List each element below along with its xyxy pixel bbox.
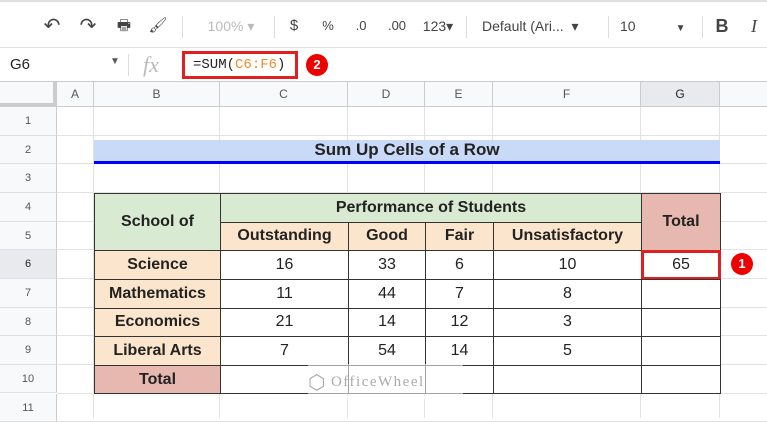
chevron-down-icon[interactable]: ▼ <box>110 56 120 67</box>
paint-format-icon[interactable]: 🖌 <box>146 14 170 38</box>
column-header-B[interactable]: B <box>94 82 220 107</box>
total-cell[interactable] <box>641 308 721 338</box>
value-cell[interactable]: 14 <box>348 308 426 338</box>
value-cell[interactable]: 5 <box>493 336 642 366</box>
font-select[interactable]: Default (Ari... ▾ <box>482 14 602 38</box>
value-cell[interactable]: 21 <box>220 308 349 338</box>
formula-bar: G6 ▼ fx =SUM(C6:F6) 2 <box>0 48 767 82</box>
value-cell[interactable]: 7 <box>425 279 494 309</box>
sub-header-unsatisfactory[interactable]: Unsatisfactory <box>493 222 642 252</box>
total-row-label[interactable]: Total <box>94 365 221 395</box>
officewheel-logo-icon: ⬡ <box>308 370 327 395</box>
value-cell[interactable]: 14 <box>425 336 494 366</box>
row-header-3[interactable]: 3 <box>0 164 57 193</box>
selected-total-cell-g6[interactable]: 65 <box>641 250 721 280</box>
school-name[interactable]: Science <box>94 250 221 280</box>
sub-header-good[interactable]: Good <box>348 222 426 252</box>
bold-button[interactable]: B <box>712 14 732 38</box>
percent-button[interactable]: % <box>318 14 338 38</box>
value-cell[interactable]: 16 <box>220 250 349 280</box>
row-header-10[interactable]: 10 <box>0 365 57 394</box>
formula-prefix: =SUM( <box>193 57 235 73</box>
sheet-title: Sum Up Cells of a Row <box>94 140 720 164</box>
row-header-1[interactable]: 1 <box>0 107 57 136</box>
step-badge-2: 2 <box>306 54 328 76</box>
column-header-A[interactable]: A <box>57 82 94 107</box>
value-cell[interactable]: 6 <box>425 250 494 280</box>
row-header-8[interactable]: 8 <box>0 308 57 337</box>
select-all-corner[interactable] <box>0 82 57 107</box>
column-header-F[interactable]: F <box>493 82 641 107</box>
value-cell[interactable]: 33 <box>348 250 426 280</box>
zoom-value: 100% <box>208 18 244 34</box>
column-header-D[interactable]: D <box>348 82 425 107</box>
increase-decimal-button[interactable]: .00 <box>384 14 410 38</box>
font-size-select[interactable]: 10▼ <box>620 14 700 38</box>
column-header-H[interactable] <box>720 82 767 107</box>
total-row-cell[interactable] <box>493 365 642 395</box>
column-header-G[interactable]: G <box>641 82 720 107</box>
name-box[interactable]: G6 <box>10 56 30 73</box>
row-header-7[interactable]: 7 <box>0 279 57 308</box>
more-formats-button[interactable]: 123▾ <box>418 14 458 38</box>
font-size-value: 10 <box>620 18 636 34</box>
school-of-header[interactable]: School of <box>94 193 221 251</box>
column-header-E[interactable]: E <box>425 82 493 107</box>
total-row-cell[interactable] <box>641 365 721 395</box>
value-cell[interactable]: 10 <box>493 250 642 280</box>
total-cell[interactable] <box>641 279 721 309</box>
row-header-9[interactable]: 9 <box>0 336 57 365</box>
value-cell[interactable]: 3 <box>493 308 642 338</box>
redo-icon[interactable]: ↷ <box>76 14 100 38</box>
value-cell[interactable]: 54 <box>348 336 426 366</box>
watermark-text: OfficeWheel <box>331 374 425 391</box>
gridline <box>57 135 767 136</box>
value-cell[interactable]: 44 <box>348 279 426 309</box>
currency-button[interactable]: $ <box>284 14 304 38</box>
step-badge-1: 1 <box>731 253 753 275</box>
row-header-6[interactable]: 6 <box>0 250 57 279</box>
school-name[interactable]: Mathematics <box>94 279 221 309</box>
italic-button[interactable]: I <box>744 14 764 38</box>
print-icon[interactable]: 🖶 <box>112 14 136 38</box>
font-value: Default (Ari... <box>482 18 564 34</box>
formula-suffix: ) <box>277 57 285 73</box>
total-cell[interactable] <box>641 336 721 366</box>
fx-icon: fx <box>143 52 159 78</box>
toolbar: ↶ ↷ 🖶 🖌 100% ▾ $ % .0 .00 123▾ Default (… <box>0 0 767 48</box>
row-header-5[interactable]: 5 <box>0 222 57 251</box>
zoom-select[interactable]: 100% ▾ <box>196 14 266 38</box>
school-name[interactable]: Economics <box>94 308 221 338</box>
school-name[interactable]: Liberal Arts <box>94 336 221 366</box>
decrease-decimal-button[interactable]: .0 <box>350 14 372 38</box>
value-cell[interactable]: 11 <box>220 279 349 309</box>
watermark: ⬡OfficeWheel <box>308 364 463 400</box>
value-cell[interactable]: 12 <box>425 308 494 338</box>
undo-icon[interactable]: ↶ <box>40 14 64 38</box>
value-cell[interactable]: 7 <box>220 336 349 366</box>
value-cell[interactable]: 8 <box>493 279 642 309</box>
row-header-4[interactable]: 4 <box>0 193 57 222</box>
column-header-C[interactable]: C <box>220 82 348 107</box>
formula-input[interactable]: =SUM(C6:F6) <box>182 51 298 79</box>
total-header[interactable]: Total <box>641 193 721 251</box>
sub-header-fair[interactable]: Fair <box>425 222 494 252</box>
row-header-2[interactable]: 2 <box>0 136 57 165</box>
sub-header-outstanding[interactable]: Outstanding <box>220 222 349 252</box>
formula-range: C6:F6 <box>235 57 277 73</box>
performance-header[interactable]: Performance of Students <box>220 193 642 223</box>
